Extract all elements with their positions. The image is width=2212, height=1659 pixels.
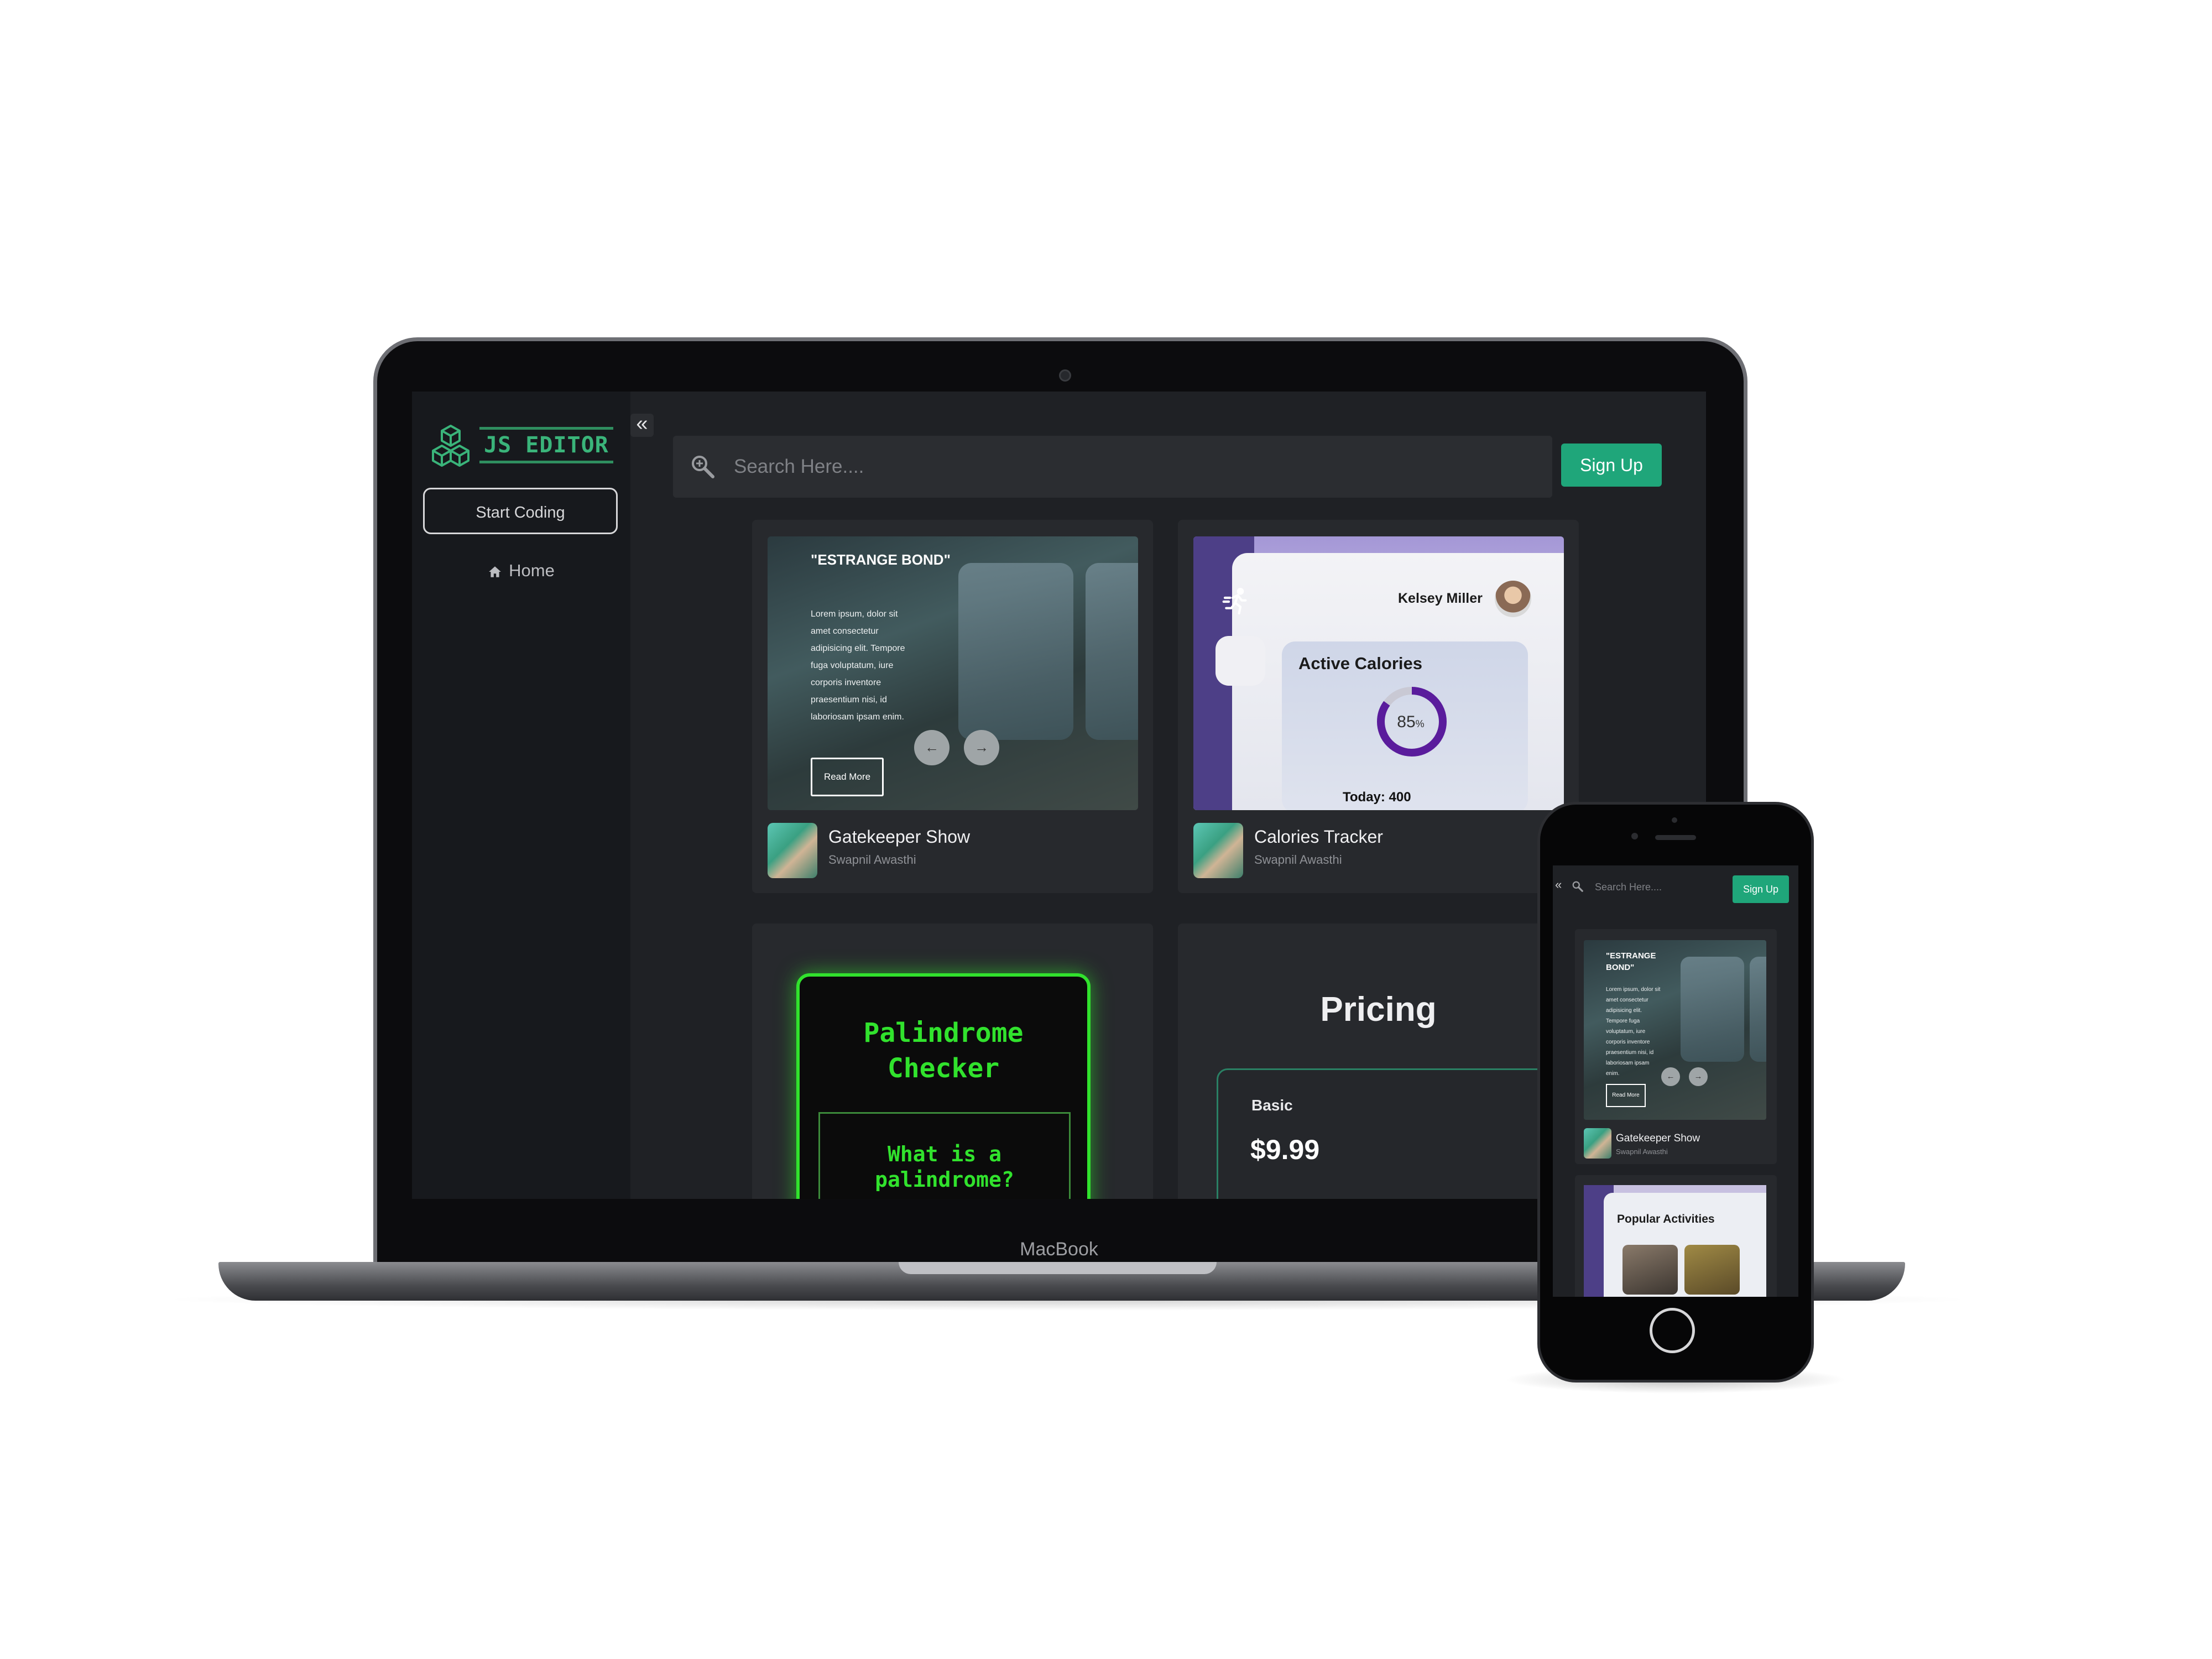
sign-up-button[interactable]: Sign Up — [1561, 444, 1662, 487]
project-card-palindrome[interactable]: Palindrome Checker What is a palindrome? — [752, 924, 1153, 1199]
preview-panel — [1750, 957, 1766, 1062]
avatar — [1495, 581, 1531, 617]
avatar — [1584, 1128, 1611, 1159]
phone-sensor — [1672, 817, 1677, 823]
avatar — [1193, 823, 1243, 878]
svg-text:85%: 85% — [1397, 713, 1424, 731]
card-title: Calories Tracker — [1254, 827, 1383, 847]
arrow-left-icon[interactable]: ← — [1661, 1067, 1680, 1086]
project-preview: "ESTRANGE BOND" Lorem ipsum, dolor sit a… — [768, 536, 1138, 810]
project-card-gatekeeper[interactable]: "ESTRANGE BOND" Lorem ipsum, dolor sit a… — [1575, 929, 1777, 1164]
card-title: Gatekeeper Show — [828, 827, 971, 847]
today-value: Today: 400 — [1343, 790, 1411, 805]
search-icon — [692, 456, 714, 478]
phone-home-button[interactable] — [1650, 1308, 1695, 1353]
arrow-right-icon[interactable]: → — [964, 730, 999, 765]
calories-heading: Active Calories — [1298, 654, 1422, 673]
search-input[interactable]: Search Here.... — [673, 436, 1552, 498]
card-title: Gatekeeper Show — [1616, 1133, 1700, 1144]
sidebar-item-label: Home — [509, 561, 555, 580]
calories-percent: 85 — [1397, 713, 1415, 731]
user-name: Kelsey Miller — [1398, 591, 1483, 606]
plan-name: Basic — [1251, 1097, 1293, 1114]
activities-heading: Popular Activities — [1617, 1213, 1715, 1225]
pricing-plan: Basic $9.99 — [1217, 1068, 1579, 1199]
project-preview: "ESTRANGE BOND" Lorem ipsum, dolor sit a… — [1584, 940, 1766, 1120]
avatar — [768, 823, 817, 878]
preview-heading: "ESTRANGE BOND" — [1606, 951, 1656, 972]
palindrome-box: What is a palindrome? — [818, 1112, 1071, 1199]
plan-price: $9.99 — [1250, 1134, 1320, 1165]
search-placeholder: Search Here.... — [734, 456, 864, 477]
activity-image — [1684, 1245, 1740, 1295]
phone-screen: « Search Here.... Sign Up "ESTRANGE BOND… — [1553, 865, 1798, 1297]
laptop-notch — [899, 1262, 1217, 1274]
preview-body: Lorem ipsum, dolor sit amet consectetur … — [811, 609, 905, 722]
double-chevron-left-icon[interactable]: « — [1555, 878, 1562, 892]
start-coding-button[interactable]: Start Coding — [423, 488, 618, 534]
double-chevron-left-icon[interactable]: « — [630, 413, 654, 437]
card-author: Swapnil Awasthi — [1616, 1147, 1668, 1156]
card-author: Swapnil Awasthi — [828, 853, 916, 867]
sidebar: JS EDITOR Start Coding Home — [412, 392, 630, 1199]
laptop-screen: JS EDITOR Start Coding Home « Search Her… — [412, 392, 1706, 1199]
palindrome-heading: Palindrome Checker — [863, 1018, 1024, 1084]
project-card-gatekeeper[interactable]: "ESTRANGE BOND" Lorem ipsum, dolor sit a… — [752, 520, 1153, 893]
pricing-heading: Pricing — [1320, 990, 1437, 1029]
activity-image — [1623, 1245, 1678, 1295]
phone-camera-icon — [1631, 833, 1638, 839]
palindrome-preview: Palindrome Checker What is a palindrome? — [796, 973, 1091, 1199]
calories-ring: 85% — [1377, 687, 1447, 757]
arrow-left-icon[interactable]: ← — [914, 730, 950, 765]
arrow-right-icon[interactable]: → — [1689, 1067, 1708, 1086]
logo-text: JS EDITOR — [479, 427, 613, 463]
laptop-brand: MacBook — [1020, 1239, 1098, 1260]
phone-speaker — [1655, 835, 1696, 840]
search-icon — [1572, 881, 1583, 892]
project-preview: Kelsey Miller Active Calories 85% Today:… — [1193, 536, 1564, 810]
sidebar-item-home[interactable]: Home — [412, 557, 630, 584]
read-more-button[interactable]: Read More — [1606, 1084, 1646, 1107]
project-card-activities[interactable]: Popular Activities — [1575, 1175, 1777, 1297]
camera-icon — [1059, 369, 1071, 382]
palindrome-question: What is a palindrome? — [875, 1142, 1014, 1192]
preview-body: Lorem ipsum, dolor sit amet consectetur … — [1606, 987, 1661, 1077]
home-icon — [489, 566, 501, 577]
read-more-button[interactable]: Read More — [811, 758, 884, 796]
preview-panel — [1086, 563, 1138, 740]
preview-notch — [1215, 636, 1265, 686]
project-card-pricing[interactable]: Pricing Basic $9.99 — [1178, 924, 1579, 1199]
project-preview: Popular Activities — [1584, 1185, 1766, 1297]
project-card-calories[interactable]: Kelsey Miller Active Calories 85% Today:… — [1178, 520, 1579, 893]
sign-up-button[interactable]: Sign Up — [1733, 875, 1789, 903]
preview-heading: "ESTRANGE BOND" — [811, 551, 951, 568]
preview-panel — [1681, 957, 1744, 1062]
preview-panel — [958, 563, 1073, 740]
cubes-logo-icon — [432, 425, 469, 467]
card-author: Swapnil Awasthi — [1254, 853, 1342, 867]
percent-unit: % — [1416, 718, 1425, 729]
running-icon — [1222, 588, 1247, 615]
